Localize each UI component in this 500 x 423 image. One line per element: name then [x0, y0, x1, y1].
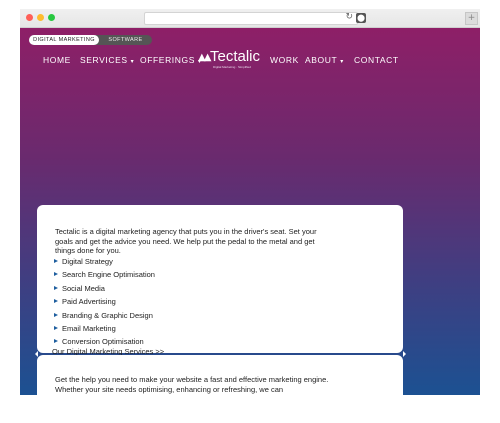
service-label: Search Engine Optimisation: [62, 270, 155, 280]
bullet-arrow-icon: [54, 259, 58, 263]
nav-home[interactable]: HOME: [43, 54, 71, 66]
minimize-window-icon[interactable]: [37, 14, 44, 21]
service-label: Paid Advertising: [62, 297, 116, 307]
nav-contact[interactable]: CONTACT: [354, 54, 399, 66]
service-label: Social Media: [62, 283, 105, 293]
site-logo[interactable]: ▲▲ Tectalic Digital Marketing · Simplifi…: [198, 48, 266, 70]
page-viewport: DIGITAL MARKETING SOFTWARE HOME SERVICES…: [20, 28, 480, 395]
chevron-down-icon: ▾: [340, 59, 344, 65]
bullet-arrow-icon: [54, 312, 58, 317]
list-item: Email Marketing: [54, 324, 155, 337]
website-intro-text: Get the help you need to make your websi…: [55, 375, 329, 394]
list-item: Paid Advertising: [54, 297, 155, 310]
bullet-arrow-icon: [54, 325, 58, 330]
list-item: Branding & Graphic Design: [54, 311, 155, 324]
services-list: Digital Strategy Search Engine Optimisat…: [54, 257, 155, 351]
logo-wordmark: Tectalic: [210, 48, 261, 65]
site-switch: DIGITAL MARKETING SOFTWARE: [29, 35, 152, 45]
bullet-arrow-icon: [54, 272, 58, 277]
address-bar[interactable]: ↻: [144, 12, 358, 25]
bullet-arrow-icon: [54, 299, 58, 304]
nav-services-label: SERVICES: [80, 55, 128, 65]
carousel-right-notch: [403, 351, 406, 357]
nav-about-label: ABOUT: [305, 55, 338, 65]
list-item: Social Media: [54, 284, 155, 297]
reload-icon[interactable]: ↻: [345, 12, 353, 22]
digital-marketing-toggle[interactable]: DIGITAL MARKETING: [29, 35, 99, 45]
browser-toolbar: ↻ ⬤ +: [20, 9, 480, 28]
extension-icon[interactable]: ⬤: [356, 13, 366, 23]
nav-offerings-label: OFFERINGS: [140, 55, 195, 65]
list-item: Search Engine Optimisation: [54, 270, 155, 283]
nav-services[interactable]: SERVICES ▾: [80, 54, 134, 68]
intro-text: Tectalic is a digital marketing agency t…: [55, 227, 317, 255]
bullet-arrow-icon: [54, 285, 58, 290]
maximize-window-icon[interactable]: [48, 14, 55, 21]
service-label: Digital Strategy: [62, 257, 113, 266]
list-item: Digital Strategy: [54, 257, 155, 270]
new-tab-icon[interactable]: +: [465, 12, 478, 25]
bullet-arrow-icon: [54, 339, 58, 344]
service-label: Conversion Optimisation: [62, 337, 144, 347]
logo-tagline: Digital Marketing · Simplified: [213, 65, 252, 69]
service-label: Branding & Graphic Design: [62, 310, 153, 320]
intro-card: Tectalic is a digital marketing agency t…: [37, 205, 403, 356]
nav-work[interactable]: WORK: [270, 54, 299, 66]
website-card: Get the help you need to make your websi…: [37, 355, 403, 395]
close-window-icon[interactable]: [26, 14, 33, 21]
nav-offerings[interactable]: OFFERINGS ▾: [140, 54, 202, 68]
service-label: Email Marketing: [62, 323, 116, 333]
nav-about[interactable]: ABOUT ▾: [305, 54, 344, 68]
chevron-down-icon: ▾: [130, 59, 135, 65]
logo-mark-icon: ▲▲: [198, 52, 211, 63]
software-toggle[interactable]: SOFTWARE: [99, 35, 152, 45]
